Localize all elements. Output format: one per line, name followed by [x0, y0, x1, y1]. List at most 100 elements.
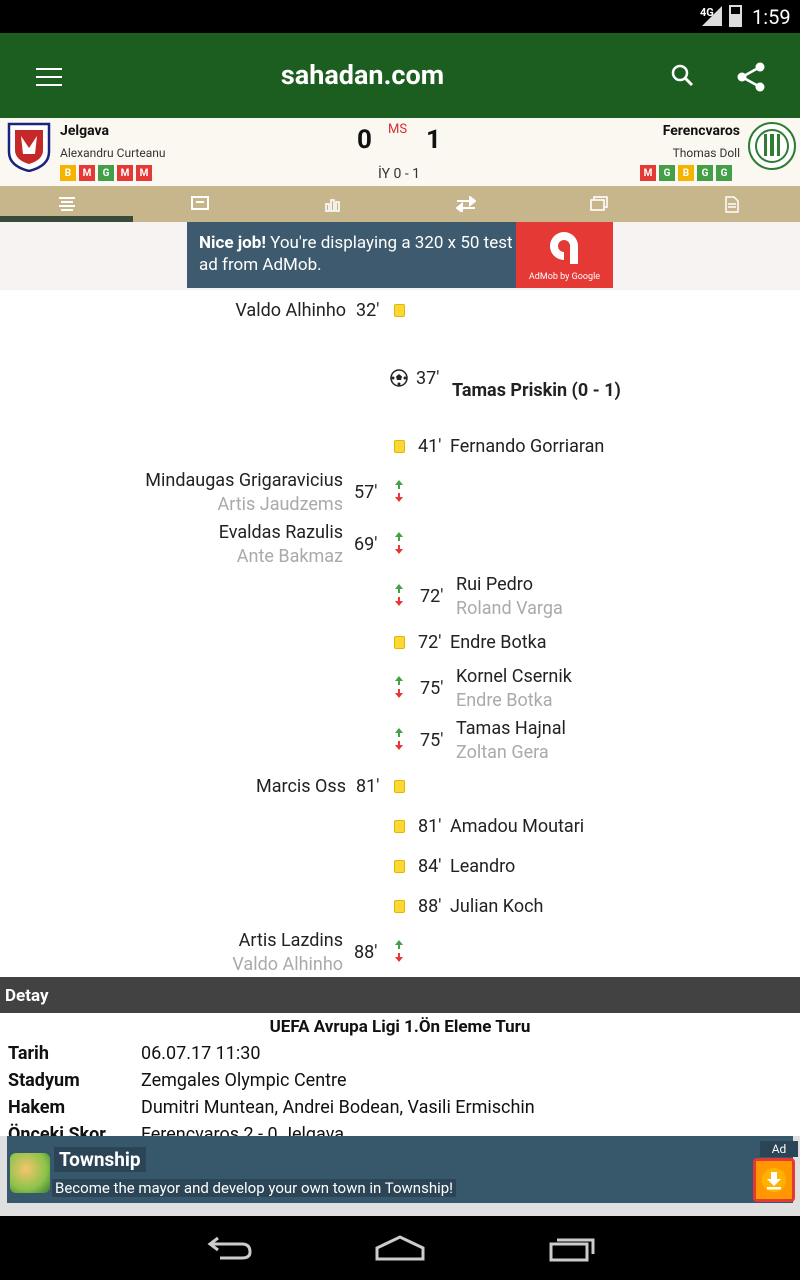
- sub-in-player[interactable]: Rui Pedro: [456, 574, 533, 595]
- home-coach: Alexandru Curteanu: [60, 146, 166, 160]
- event-player[interactable]: Amadou Moutari: [450, 816, 584, 837]
- home-score: 0: [357, 125, 372, 155]
- substitution-icon: [395, 728, 403, 750]
- back-icon[interactable]: [206, 1234, 254, 1262]
- tab-compare[interactable]: [399, 186, 532, 222]
- navigation-bar: [0, 1216, 800, 1280]
- township-ad[interactable]: Township Become the mayor and develop yo…: [7, 1136, 798, 1203]
- sub-out-player[interactable]: Ante Bakmaz: [237, 546, 343, 567]
- stats-icon: [324, 199, 340, 212]
- yellow-card-icon: [394, 304, 405, 317]
- download-button[interactable]: [753, 1158, 795, 1202]
- event-player[interactable]: Valdo Alhinho: [235, 300, 346, 321]
- substitution-icon: [395, 676, 403, 698]
- admob-logo-icon: [550, 232, 578, 264]
- detail-key: Tarih: [8, 1043, 49, 1064]
- form-badge: M: [136, 165, 152, 181]
- yellow-card-icon: [394, 440, 405, 453]
- status-bar: 4G 1:59: [0, 0, 800, 33]
- yellow-card-icon: [394, 860, 405, 873]
- detail-header: Detay: [0, 977, 800, 1013]
- recents-icon[interactable]: [548, 1234, 596, 1262]
- lineup-icon: [190, 196, 209, 210]
- event-minute: 81': [356, 776, 380, 797]
- ad-badge: Ad: [760, 1141, 798, 1157]
- event-minute: 75': [420, 678, 444, 699]
- home-icon[interactable]: [374, 1234, 426, 1262]
- detail-value: 06.07.17 11:30: [141, 1043, 261, 1064]
- sub-out-player[interactable]: Artis Jaudzems: [217, 494, 343, 515]
- sub-in-player[interactable]: Artis Lazdins: [239, 930, 343, 951]
- form-badge: G: [697, 165, 713, 181]
- event-player[interactable]: Leandro: [450, 856, 515, 877]
- ad-text: Become the mayor and develop your own to…: [52, 1179, 457, 1197]
- event-minute: 32': [356, 300, 380, 321]
- substitution-icon: [395, 940, 403, 962]
- sub-out-player[interactable]: Endre Botka: [456, 690, 553, 711]
- half-time-score: İY 0 - 1: [378, 166, 421, 182]
- sub-in-player[interactable]: Mindaugas Grigaravicius: [145, 470, 343, 491]
- event-player[interactable]: Fernando Gorriaran: [450, 436, 604, 457]
- sub-out-player[interactable]: Roland Varga: [456, 598, 563, 619]
- detail-key: Stadyum: [8, 1070, 80, 1091]
- away-coach: Thomas Doll: [672, 146, 740, 160]
- tab-stats[interactable]: [266, 186, 399, 222]
- search-icon[interactable]: [670, 63, 694, 87]
- event-minute: 72': [420, 586, 444, 607]
- match-tabs: [0, 186, 800, 222]
- form-badge: G: [659, 165, 675, 181]
- event-player[interactable]: Marcis Oss: [256, 776, 346, 797]
- tab-comments[interactable]: [532, 186, 665, 222]
- sub-out-player[interactable]: Zoltan Gera: [456, 742, 549, 763]
- sub-in-player[interactable]: Tamas Hajnal: [456, 718, 566, 739]
- yellow-card-icon: [394, 900, 405, 913]
- home-team-crest: [7, 122, 51, 172]
- form-badge: G: [716, 165, 732, 181]
- share-icon[interactable]: [735, 61, 767, 93]
- substitution-icon: [395, 532, 403, 554]
- admob-banner: Nice job! You're displaying a 320 x 50 t…: [0, 222, 800, 290]
- detail-value: Dumitri Muntean, Andrei Bodean, Vasili E…: [141, 1097, 535, 1118]
- yellow-card-icon: [394, 820, 405, 833]
- goal-ball-icon: [390, 369, 408, 387]
- event-minute: 37': [416, 368, 440, 389]
- summary-icon: [58, 197, 75, 211]
- away-team-name[interactable]: Ferencvaros: [663, 123, 740, 139]
- battery-icon: [729, 5, 742, 27]
- form-badge: M: [117, 165, 133, 181]
- admob-ad[interactable]: Nice job! You're displaying a 320 x 50 t…: [187, 222, 613, 288]
- yellow-card-icon: [394, 780, 405, 793]
- sub-out-player[interactable]: Valdo Alhinho: [232, 954, 343, 975]
- app-title: sahadan.com: [280, 59, 445, 91]
- away-form: M G B G G: [640, 165, 732, 181]
- network-type: 4G: [700, 6, 714, 19]
- detail-key: Önceki Skor: [8, 1124, 106, 1136]
- match-header: Jelgava Alexandru Curteanu B M G M M 0 M…: [0, 118, 800, 186]
- event-player[interactable]: Endre Botka: [450, 632, 547, 653]
- comments-icon: [589, 196, 608, 211]
- away-score: 1: [426, 125, 441, 155]
- admob-text: Nice job! You're displaying a 320 x 50 t…: [199, 232, 519, 276]
- download-icon: [762, 1168, 786, 1192]
- admob-bold: Nice job!: [199, 233, 266, 253]
- sub-in-player[interactable]: Evaldas Razulis: [219, 522, 343, 543]
- match-status: MS: [388, 122, 408, 137]
- event-player[interactable]: Julian Koch: [450, 896, 543, 917]
- event-minute: 84': [418, 856, 442, 877]
- competition-name: UEFA Avrupa Ligi 1.Ön Eleme Turu: [269, 1017, 531, 1037]
- sub-in-player[interactable]: Kornel Csernik: [456, 666, 572, 687]
- event-minute: 41': [418, 436, 442, 457]
- event-minute: 81': [418, 816, 442, 837]
- goal-scorer[interactable]: Tamas Priskin (0 - 1): [452, 380, 621, 401]
- home-form: B M G M M: [60, 165, 152, 181]
- tab-document[interactable]: [665, 186, 798, 222]
- event-minute: 57': [354, 482, 378, 503]
- form-badge: B: [60, 165, 76, 181]
- event-minute: 72': [418, 632, 442, 653]
- tab-lineup[interactable]: [133, 186, 266, 222]
- admob-by: AdMob by Google: [528, 272, 601, 282]
- app-bar: sahadan.com: [0, 33, 800, 118]
- yellow-card-icon: [394, 636, 405, 649]
- event-minute: 88': [354, 942, 378, 963]
- home-team-name[interactable]: Jelgava: [60, 123, 109, 139]
